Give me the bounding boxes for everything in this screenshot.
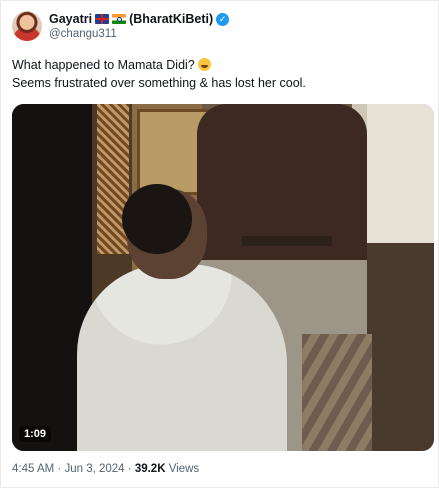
author-display-name-suffix[interactable]: (BharatKiBeti) <box>129 12 213 26</box>
video-frame-detail <box>122 184 192 254</box>
avatar[interactable] <box>12 11 42 41</box>
video-frame-detail <box>302 334 372 451</box>
video-frame-detail <box>242 236 332 246</box>
tweet-text: What happened to Mamata Didi? Seems frus… <box>12 56 306 92</box>
tweet-line-2: Seems frustrated over something & has lo… <box>12 76 306 90</box>
video-frame-detail <box>367 104 434 451</box>
meta-separator: · <box>127 463 132 475</box>
views-label: Views <box>168 463 200 475</box>
video-duration: 1:09 <box>19 426 52 442</box>
author-name-line[interactable]: Gayatri (BharatKiBeti) ✓ <box>49 11 230 27</box>
views-count[interactable]: 39.2K <box>135 463 166 475</box>
tweet-line-1: What happened to Mamata Didi? <box>12 56 306 74</box>
meta-separator: · <box>57 463 62 475</box>
tweet-date[interactable]: Jun 3, 2024 <box>64 463 124 475</box>
video-frame-detail <box>77 264 287 451</box>
author-display-name[interactable]: Gayatri <box>49 12 92 26</box>
tweet-card[interactable]: Gayatri (BharatKiBeti) ✓ @changu311 What… <box>0 0 439 488</box>
india-flag-icon <box>112 14 127 24</box>
author-handle[interactable]: @changu311 <box>49 28 117 40</box>
rolling-on-floor-laughing-emoji-icon <box>197 58 211 71</box>
tweet-time[interactable]: 4:45 AM <box>12 463 54 475</box>
verified-check-icon[interactable]: ✓ <box>216 12 230 26</box>
tweet-line-1-text: What happened to Mamata Didi? <box>12 58 195 72</box>
tweet-meta: 4:45 AM · Jun 3, 2024 · 39.2K Views <box>12 463 199 475</box>
video-player[interactable]: 1:09 <box>12 104 434 451</box>
uk-flag-icon <box>95 14 110 24</box>
